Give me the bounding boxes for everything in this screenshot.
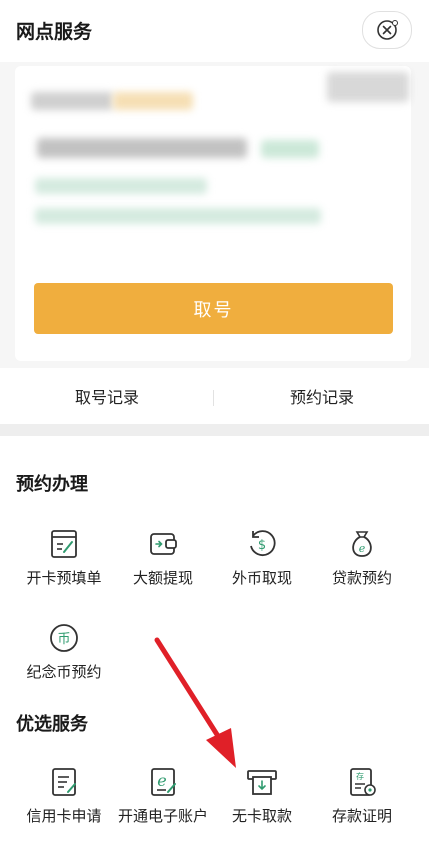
annotation-arrow-icon — [154, 637, 236, 768]
